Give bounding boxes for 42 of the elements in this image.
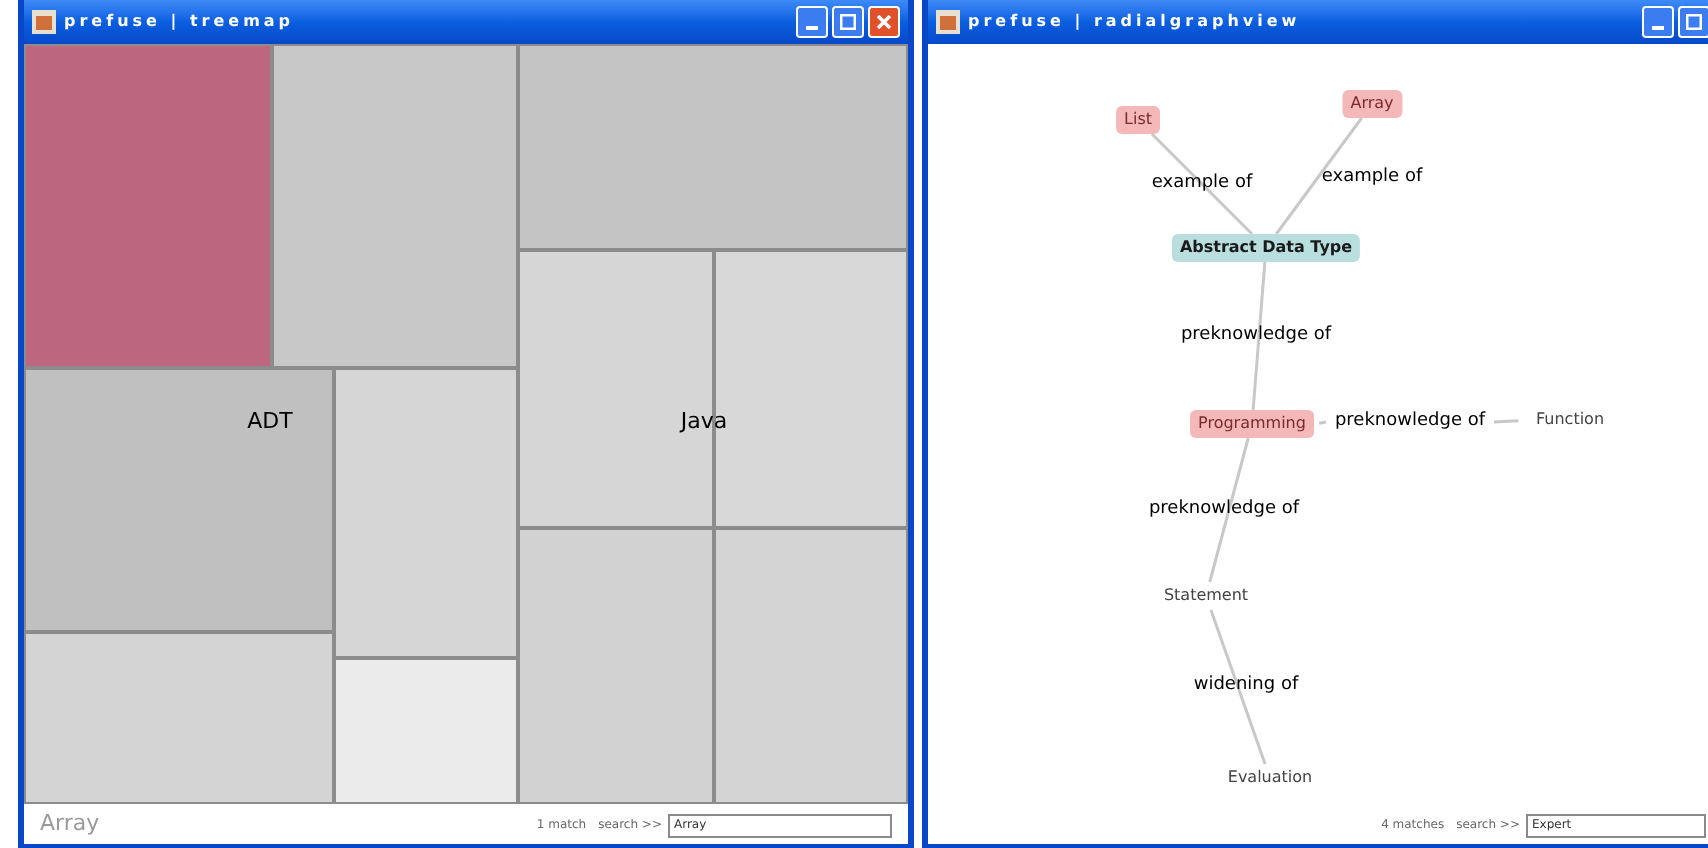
treemap-cell[interactable] (518, 44, 908, 250)
treemap-cell[interactable] (334, 368, 518, 658)
minimize-icon (1652, 26, 1664, 30)
graph-node[interactable]: Statement (1155, 582, 1257, 610)
minimize-button[interactable] (796, 6, 828, 38)
graph-node[interactable]: List (1116, 106, 1160, 134)
graph-node[interactable]: Function (1527, 406, 1613, 434)
treemap-cell[interactable] (714, 528, 908, 804)
edge-line (1493, 419, 1519, 424)
window-title: prefuse | treemap (64, 10, 295, 34)
group-label: Java (680, 405, 728, 438)
edge-label: preknowledge of (1148, 496, 1300, 523)
graph-node[interactable]: Abstract Data Type (1171, 234, 1361, 262)
edge-line (1318, 420, 1327, 425)
close-button[interactable] (868, 6, 900, 38)
treemap-cell[interactable] (24, 44, 272, 368)
app-icon (32, 10, 56, 34)
treemap-cell[interactable] (24, 368, 334, 632)
edge-label: preknowledge of (1180, 322, 1332, 349)
edge-label: example of (1151, 170, 1253, 197)
maximize-button[interactable] (832, 6, 864, 38)
app-icon (936, 10, 960, 34)
edge-label: example of (1321, 164, 1423, 191)
edge-label: widening of (1193, 672, 1299, 699)
treemap-cell[interactable] (334, 658, 518, 804)
group-label: ADT (247, 405, 293, 438)
maximize-button[interactable] (1678, 6, 1708, 38)
treemap-cell[interactable] (24, 632, 334, 804)
treemap-cell[interactable] (272, 44, 518, 368)
graph-node[interactable]: Array (1342, 90, 1402, 118)
close-icon (876, 14, 892, 30)
minimize-button[interactable] (1642, 6, 1674, 38)
hover-label: Array (40, 808, 100, 841)
edge-label: preknowledge of (1334, 408, 1486, 435)
treemap-cell[interactable] (518, 528, 714, 804)
minimize-icon (806, 26, 818, 30)
graph-node[interactable]: Evaluation (1219, 764, 1321, 792)
maximize-icon (1686, 14, 1702, 30)
maximize-icon (840, 14, 856, 30)
graph-node[interactable]: Programming (1190, 410, 1314, 438)
edge-line (1150, 132, 1254, 236)
window-title: prefuse | radialgraphview (968, 10, 1301, 34)
